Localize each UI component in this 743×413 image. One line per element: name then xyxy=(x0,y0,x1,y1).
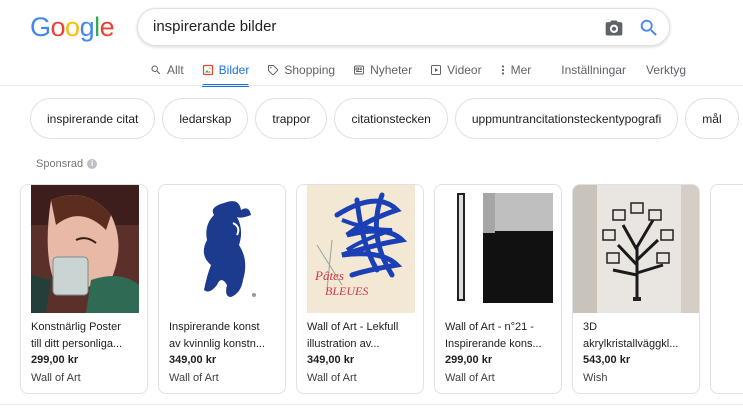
search-tabs: Allt Bilder Shopping Nyheter Videor Mer … xyxy=(150,58,704,87)
product-title: Konstnärlig Poster till ditt personliga.… xyxy=(31,319,143,353)
search-input[interactable] xyxy=(153,18,593,35)
sponsored-label: Sponsrad i xyxy=(36,158,98,170)
tab-images[interactable]: Bilder xyxy=(201,58,250,87)
logo-letter: o xyxy=(50,12,66,42)
product-title-line: illustration av... xyxy=(307,338,380,350)
product-title-line: Wall of Art - Lekfull xyxy=(307,321,399,333)
google-logo[interactable]: Google xyxy=(30,12,115,43)
play-icon xyxy=(430,64,442,76)
product-title-line: akrylkristallväggkl... xyxy=(583,338,679,350)
logo-letter: e xyxy=(99,12,115,42)
tab-videos[interactable]: Videor xyxy=(430,58,482,82)
product-merchant: Wall of Art xyxy=(307,372,357,384)
product-image xyxy=(169,185,277,313)
chip[interactable]: trappor xyxy=(255,98,328,139)
poster-text: Pâtes xyxy=(314,268,344,283)
product-image xyxy=(573,185,699,313)
tab-label: Videor xyxy=(447,63,482,77)
sponsored-text: Sponsrad xyxy=(36,158,84,170)
search-icon xyxy=(150,64,162,76)
search-icon[interactable] xyxy=(638,17,660,39)
product-title: 3D akrylkristallväggkl... xyxy=(583,319,695,353)
tools-link[interactable]: Verktyg xyxy=(646,58,686,82)
product-card[interactable]: Inspirerande konst av kvinnlig konstn...… xyxy=(158,184,286,394)
product-card[interactable] xyxy=(710,184,743,394)
product-card[interactable]: 3D akrylkristallväggkl... 543,00 kr Wish xyxy=(572,184,700,394)
product-title: Wall of Art - Lekfull illustration av... xyxy=(307,319,419,353)
logo-letter: o xyxy=(65,12,80,42)
more-vert-icon xyxy=(500,64,506,76)
related-chips: inspirerande citat ledarskap trappor cit… xyxy=(30,98,739,139)
product-title-line: Inspirerande kons... xyxy=(445,338,542,350)
poster-text: BLEUES xyxy=(325,284,368,298)
product-image xyxy=(31,185,139,313)
product-card[interactable]: Pâtes BLEUES Wall of Art - Lekfull illus… xyxy=(296,184,424,394)
tab-label: Nyheter xyxy=(370,63,413,77)
product-title-line: Konstnärlig Poster xyxy=(31,321,121,333)
image-icon xyxy=(202,64,214,76)
product-image: Pâtes BLEUES xyxy=(307,185,415,313)
tab-label: Shopping xyxy=(284,63,336,77)
product-title-line: av kvinnlig konstn... xyxy=(169,338,265,350)
chip[interactable]: inspirerande citat xyxy=(30,98,156,139)
product-carousel: Konstnärlig Poster till ditt personliga.… xyxy=(20,184,743,396)
settings-label: Inställningar xyxy=(561,63,626,77)
header-divider xyxy=(0,85,743,86)
product-price: 349,00 kr xyxy=(307,354,355,366)
product-title-line: 3D xyxy=(583,321,598,333)
bottom-divider xyxy=(0,404,743,405)
product-merchant: Wall of Art xyxy=(169,372,219,384)
tab-label: Bilder xyxy=(218,63,250,77)
tab-news[interactable]: Nyheter xyxy=(353,58,412,82)
product-price: 349,00 kr xyxy=(169,354,217,366)
tab-more[interactable]: Mer xyxy=(500,58,532,82)
product-title: Inspirerande konst av kvinnlig konstn... xyxy=(169,319,281,353)
tab-label: Mer xyxy=(510,63,532,77)
news-icon xyxy=(353,64,365,76)
product-title-line: Inspirerande konst xyxy=(169,321,260,333)
product-card[interactable]: Konstnärlig Poster till ditt personliga.… xyxy=(20,184,148,394)
tab-shopping[interactable]: Shopping xyxy=(267,58,335,82)
product-merchant: Wall of Art xyxy=(445,372,495,384)
chip[interactable]: citationstecken xyxy=(334,98,448,139)
search-box xyxy=(137,8,670,46)
product-title-line: Wall of Art - n°21 - xyxy=(445,321,534,333)
product-price: 543,00 kr xyxy=(583,354,631,366)
tools-label: Verktyg xyxy=(645,63,687,77)
chip[interactable]: ledarskap xyxy=(162,98,249,139)
chip[interactable]: uppmuntrancitationsteckentypografi xyxy=(454,98,679,139)
tab-all[interactable]: Allt xyxy=(150,58,184,82)
camera-icon[interactable] xyxy=(604,18,624,38)
product-title-line: till ditt personliga... xyxy=(31,338,123,350)
product-merchant: Wall of Art xyxy=(31,372,81,384)
product-card[interactable]: Wall of Art - n°21 - Inspirerande kons..… xyxy=(434,184,562,394)
logo-letter: G xyxy=(30,12,51,42)
product-price: 299,00 kr xyxy=(31,354,79,366)
chip[interactable]: mål xyxy=(685,98,739,139)
product-title: Wall of Art - n°21 - Inspirerande kons..… xyxy=(445,319,557,353)
tag-icon xyxy=(267,64,279,76)
info-icon[interactable]: i xyxy=(87,159,98,169)
product-merchant: Wish xyxy=(583,372,608,384)
product-image xyxy=(445,185,553,313)
tab-label: Allt xyxy=(167,63,184,77)
settings-link[interactable]: Inställningar xyxy=(561,58,626,82)
logo-letter: g xyxy=(79,12,95,42)
product-price: 299,00 kr xyxy=(445,354,493,366)
